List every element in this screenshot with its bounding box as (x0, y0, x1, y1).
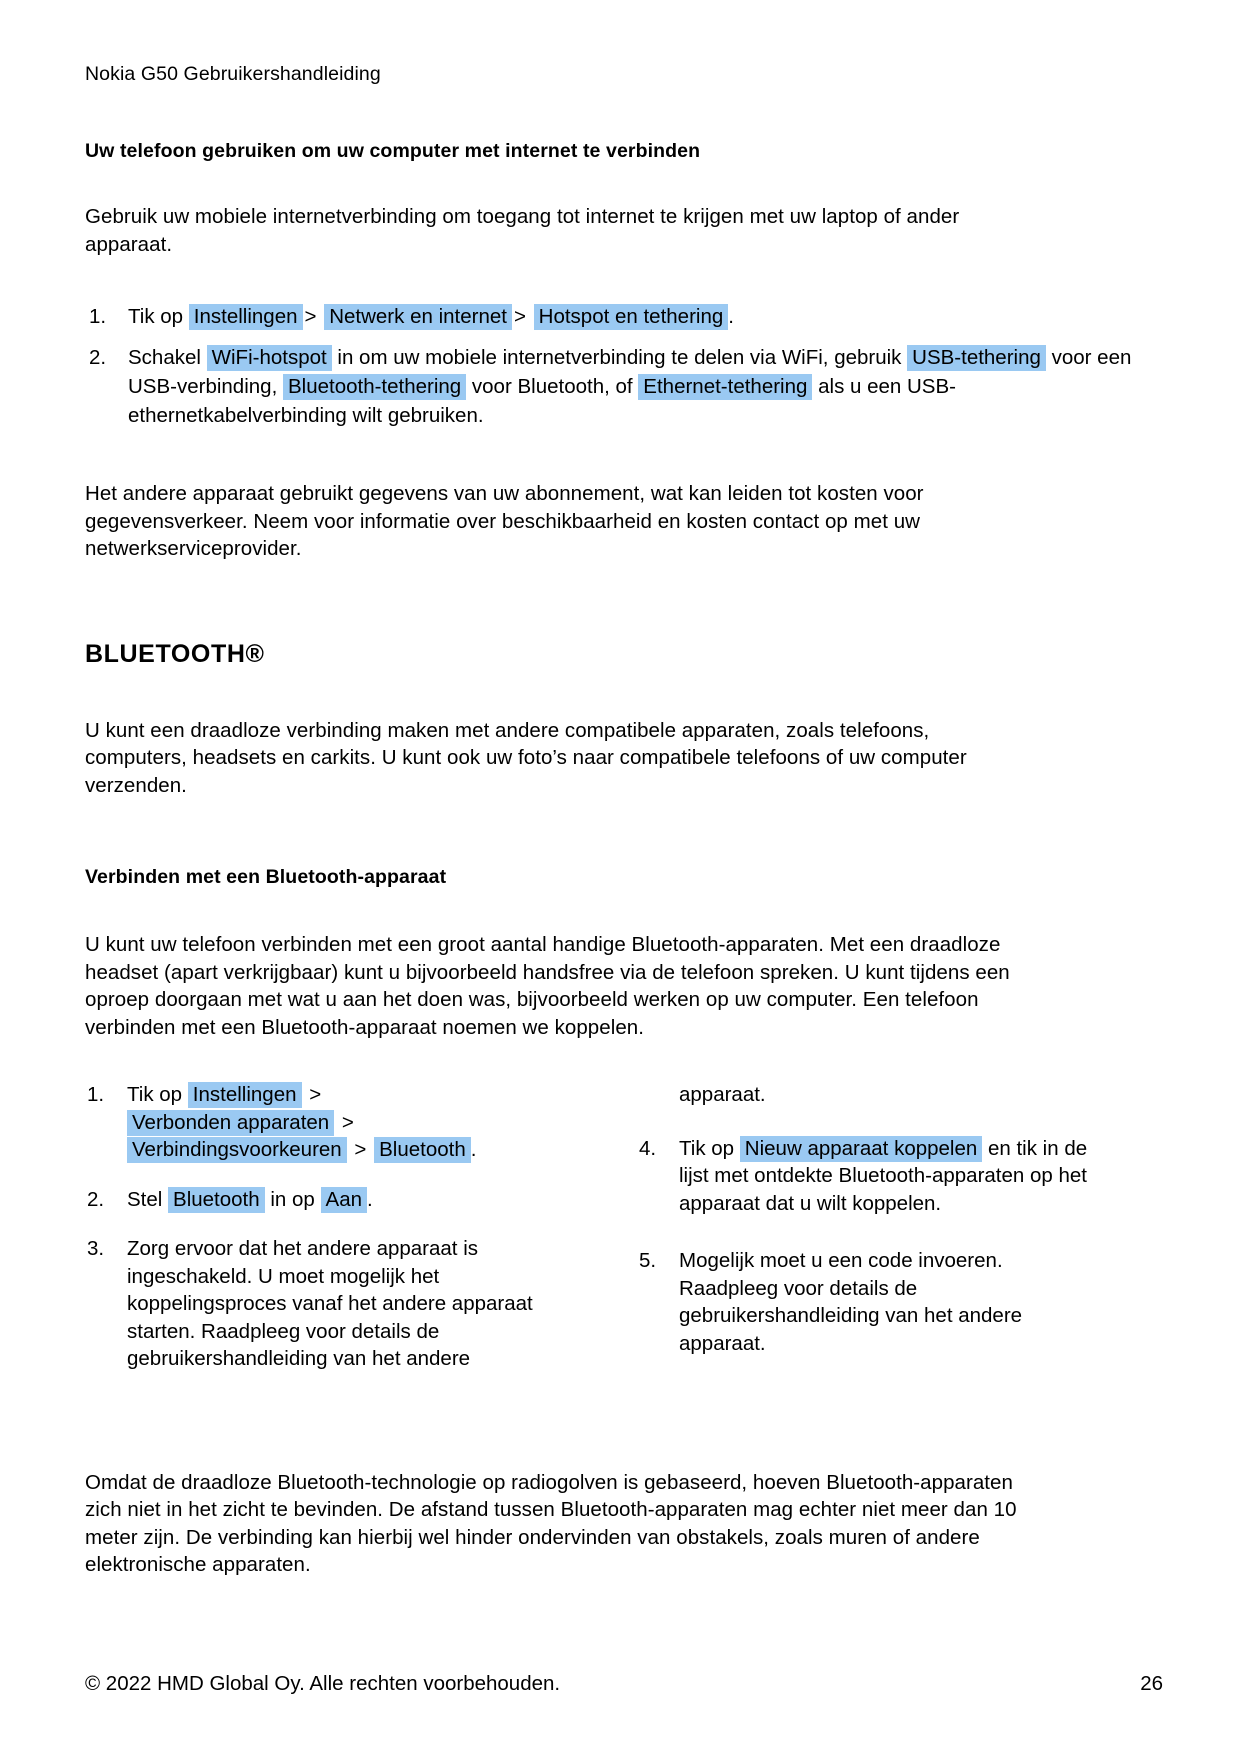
list-item-number: 5. (639, 1249, 657, 1272)
ui-path-chip-instellingen[interactable]: Instellingen (187, 1082, 302, 1108)
list-item-number: 2. (89, 346, 107, 369)
step-lead-text: Schakel (128, 346, 201, 369)
list-item-number: 3. (87, 1237, 105, 1260)
bluetooth-intro-paragraph: U kunt een draadloze verbinding maken me… (85, 718, 967, 797)
section-subheading-verbinden: Verbinden met een Bluetooth-apparaat (85, 866, 447, 888)
list-item: 1. Tik op Instellingen > Netwerk en intern… (85, 302, 1163, 331)
section-heading-tethering: Uw telefoon gebruiken om uw computer met… (85, 140, 701, 162)
page-footer: © 2022 HMD Global Oy. Alle rechten voorb… (85, 1672, 1163, 1696)
step-lead-text: Tik op (679, 1136, 735, 1160)
steps-column-right: apparaat. 4. Tik op Nieuw apparaat koppel… (637, 1081, 1097, 1392)
tethering-note-paragraph: Het andere apparaat gebruikt gegevens va… (85, 482, 924, 560)
ui-path-chip-netwerk-en-internet[interactable]: Netwerk en internet (324, 304, 512, 330)
step-mid-text-3: voor Bluetooth, of (471, 375, 633, 398)
section-heading-bluetooth: BLUETOOTH® (85, 639, 265, 668)
list-item: 4. Tik op Nieuw apparaat koppelen en tik … (637, 1135, 1097, 1218)
path-separator: > (354, 1138, 367, 1161)
ui-toggle-chip-bluetooth[interactable]: Bluetooth (168, 1186, 265, 1213)
ui-path-chip-verbonden-apparaten[interactable]: Verbonden apparaten (127, 1109, 335, 1136)
bluetooth-steps-left-list: 1. Tik op Instellingen > Verbonden appara… (85, 1081, 545, 1373)
ui-path-chip-ethernet-tethering[interactable]: Ethernet-tethering (638, 374, 813, 400)
step-continuation-text: apparaat. (679, 1083, 766, 1106)
path-separator: > (513, 305, 526, 328)
step-mid-text: in op (270, 1187, 315, 1211)
ui-value-chip-aan[interactable]: Aan (320, 1186, 368, 1213)
list-item: 2. Stel Bluetooth in op Aan. (85, 1186, 545, 1214)
bluetooth-steps-right-list: 4. Tik op Nieuw apparaat koppelen en tik … (637, 1135, 1097, 1358)
document-page: Nokia G50 Gebruikershandleiding Uw telef… (0, 0, 1241, 1754)
ui-path-chip-bluetooth-tethering[interactable]: Bluetooth-tethering (282, 374, 467, 400)
page-number: 26 (1140, 1672, 1163, 1695)
footer-copyright: © 2022 HMD Global Oy. Alle rechten voorb… (85, 1672, 561, 1695)
path-separator: > (304, 305, 317, 328)
ui-path-chip-wifi-hotspot[interactable]: WiFi-hotspot (206, 345, 332, 371)
running-header: Nokia G50 Gebruikershandleiding (85, 63, 381, 85)
ui-path-chip-instellingen[interactable]: Instellingen (188, 304, 303, 330)
step-lead-text: Tik op (127, 1083, 183, 1106)
tethering-steps-list: 1. Tik op Instellingen > Netwerk en intern… (85, 302, 1163, 430)
list-item: 3. Zorg ervoor dat het andere apparaat is… (85, 1235, 545, 1373)
bluetooth-closing-paragraph: Omdat de draadloze Bluetooth-technologie… (85, 1470, 1017, 1577)
step-lead-text: Stel (127, 1187, 163, 1211)
list-item: 1. Tik op Instellingen > Verbonden appara… (85, 1081, 545, 1164)
list-item-number: 1. (89, 305, 107, 328)
ui-path-chip-usb-tethering[interactable]: USB-tethering (907, 345, 1046, 371)
step-text: Mogelijk moet u een code invoeren. Raadp… (679, 1249, 1023, 1355)
tethering-intro-paragraph: Gebruik uw mobiele internetverbinding om… (85, 205, 960, 256)
ui-path-chip-bluetooth[interactable]: Bluetooth (374, 1137, 471, 1163)
step-lead-text: Tik op (128, 305, 184, 328)
list-item-number: 4. (639, 1136, 657, 1160)
step-text: Zorg ervoor dat het andere apparaat is i… (127, 1237, 533, 1370)
step-tail-text: . (728, 305, 734, 328)
ui-action-chip-nieuw-apparaat-koppelen[interactable]: Nieuw apparaat koppelen (739, 1135, 983, 1162)
bluetooth-steps-two-column: 1. Tik op Instellingen > Verbonden appara… (85, 1081, 1163, 1392)
bluetooth-body-paragraph: U kunt uw telefoon verbinden met een gro… (85, 933, 1010, 1039)
path-separator: > (309, 1083, 322, 1106)
list-item: 2. Schakel WiFi-hotspot in om uw mobiele … (85, 343, 1163, 430)
list-item-number: 2. (87, 1187, 105, 1211)
step-tail-text: . (367, 1187, 373, 1211)
step-tail-text: . (470, 1138, 477, 1161)
ui-path-chip-hotspot-en-tethering[interactable]: Hotspot en tethering (533, 304, 729, 330)
ui-path-chip-verbindingsvoorkeuren[interactable]: Verbindingsvoorkeuren (127, 1137, 347, 1163)
list-item: 5. Mogelijk moet u een code invoeren. Raa… (637, 1247, 1097, 1357)
list-item-number: 1. (87, 1083, 105, 1106)
step-mid-text-1: in om uw mobiele internetverbinding te d… (337, 346, 902, 369)
path-separator: > (341, 1110, 354, 1134)
steps-column-left: 1. Tik op Instellingen > Verbonden appara… (85, 1081, 545, 1392)
